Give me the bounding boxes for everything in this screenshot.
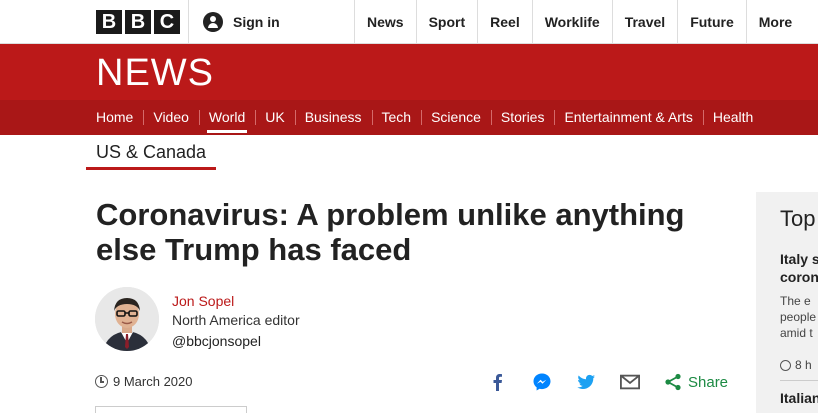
top-link-reel[interactable]: Reel xyxy=(477,0,532,44)
logo-letter: C xyxy=(154,10,180,34)
logo-letter: B xyxy=(125,10,151,34)
clock-icon xyxy=(780,359,791,371)
author-handle[interactable]: @bbcjonsopel xyxy=(172,333,261,349)
nav-item-world[interactable]: World xyxy=(198,100,255,135)
signin-link[interactable]: Sign in xyxy=(188,0,354,44)
sidebar-story-headline[interactable]: Italy s coron xyxy=(780,250,818,286)
nav-item-stories[interactable]: Stories xyxy=(490,100,555,135)
author-avatar xyxy=(95,287,159,351)
share-icon[interactable] xyxy=(664,372,682,392)
top-link-travel[interactable]: Travel xyxy=(611,0,677,44)
top-link-sport[interactable]: Sport xyxy=(415,0,478,44)
top-links: News Sport Reel Worklife Travel Future M… xyxy=(354,0,804,44)
nav-item-tech[interactable]: Tech xyxy=(371,100,422,135)
time-text: 8 h xyxy=(795,358,812,372)
top-bar: B B C Sign in News Sport Reel Worklife T… xyxy=(0,0,818,44)
bbc-logo[interactable]: B B C xyxy=(96,10,180,34)
sidebar-story-headline[interactable]: Italian xyxy=(780,390,818,406)
nav-item-home[interactable]: Home xyxy=(86,100,143,135)
date-text: 9 March 2020 xyxy=(113,374,193,389)
nav-item-science[interactable]: Science xyxy=(421,100,491,135)
nav-item-entertainment[interactable]: Entertainment & Arts xyxy=(554,100,702,135)
divider xyxy=(780,380,818,381)
share-bar: Share xyxy=(488,370,728,394)
top-link-future[interactable]: Future xyxy=(677,0,746,44)
media-box-edge xyxy=(95,406,247,413)
messenger-icon[interactable] xyxy=(532,372,552,392)
author-name[interactable]: Jon Sopel xyxy=(172,293,234,309)
email-icon[interactable] xyxy=(620,372,640,392)
headline-line: coron xyxy=(780,269,818,285)
summary-line: people xyxy=(780,310,817,324)
top-stories-sidebar: Top Italy s coron The e people amid t 8 … xyxy=(756,192,818,413)
headline-line: Italy s xyxy=(780,251,818,267)
news-title[interactable]: NEWS xyxy=(96,52,214,95)
signin-label: Sign in xyxy=(233,14,280,30)
clock-icon xyxy=(95,375,108,388)
nav-item-business[interactable]: Business xyxy=(294,100,372,135)
share-label[interactable]: Share xyxy=(688,374,728,391)
top-link-worklife[interactable]: Worklife xyxy=(531,0,612,44)
sidebar-story-summary: The e people amid t xyxy=(780,293,816,341)
sidebar-story-time: 8 h xyxy=(780,358,812,372)
sidebar-title: Top xyxy=(780,206,816,231)
subnav-us-canada[interactable]: US & Canada xyxy=(86,138,217,170)
user-icon xyxy=(203,12,223,32)
author-role: North America editor xyxy=(172,312,300,328)
nav-item-video[interactable]: Video xyxy=(143,100,199,135)
logo-letter: B xyxy=(96,10,122,34)
twitter-icon[interactable] xyxy=(576,372,596,392)
article-headline: Coronavirus: A problem unlike anything e… xyxy=(96,197,685,267)
top-link-more[interactable]: More xyxy=(745,0,804,44)
news-banner: NEWS xyxy=(0,44,818,100)
nav-item-uk[interactable]: UK xyxy=(255,100,294,135)
summary-line: amid t xyxy=(780,326,813,340)
facebook-icon[interactable] xyxy=(488,372,508,392)
sub-nav: US & Canada xyxy=(86,138,217,170)
summary-line: The e xyxy=(780,294,811,308)
top-link-news[interactable]: News xyxy=(354,0,416,44)
publish-date: 9 March 2020 xyxy=(95,374,193,389)
nav-item-health[interactable]: Health xyxy=(702,100,763,135)
section-nav: Home Video World UK Business Tech Scienc… xyxy=(0,100,818,135)
